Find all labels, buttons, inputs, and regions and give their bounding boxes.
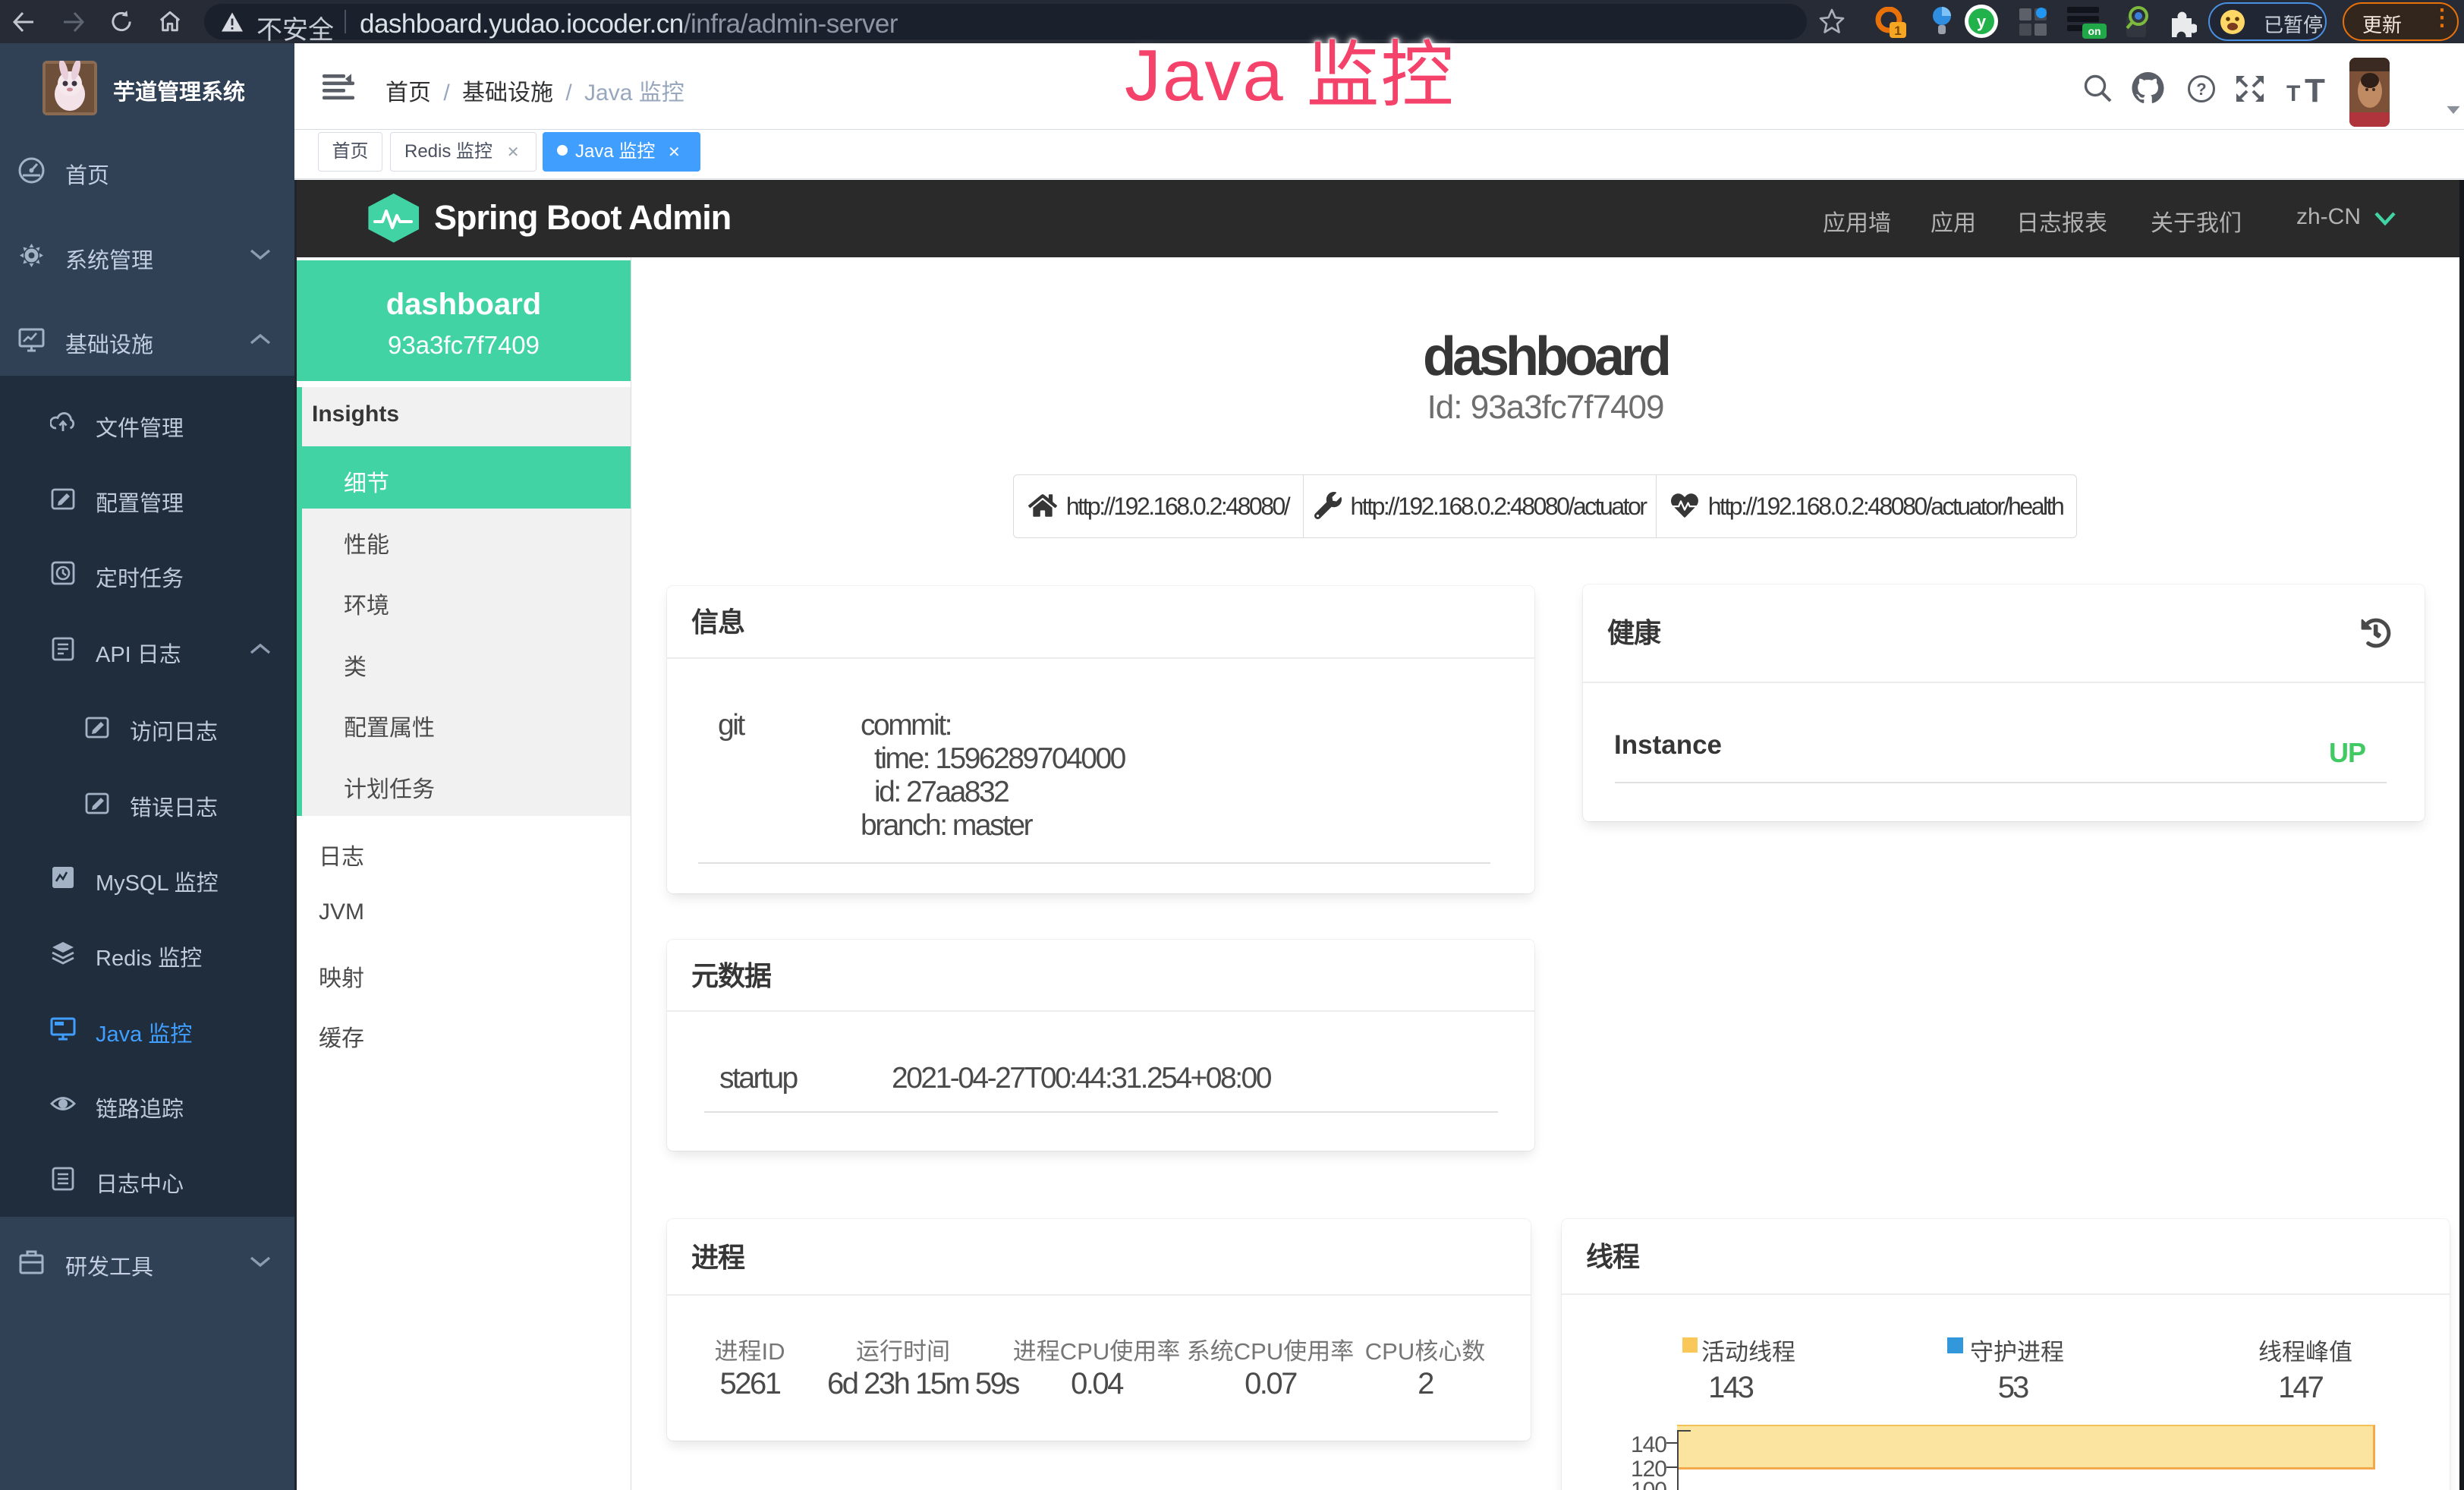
svg-text:1: 1 (1894, 24, 1901, 38)
svg-text:on: on (2088, 25, 2101, 37)
svg-text:?: ? (2196, 80, 2206, 99)
svg-text:y: y (1977, 12, 1987, 31)
